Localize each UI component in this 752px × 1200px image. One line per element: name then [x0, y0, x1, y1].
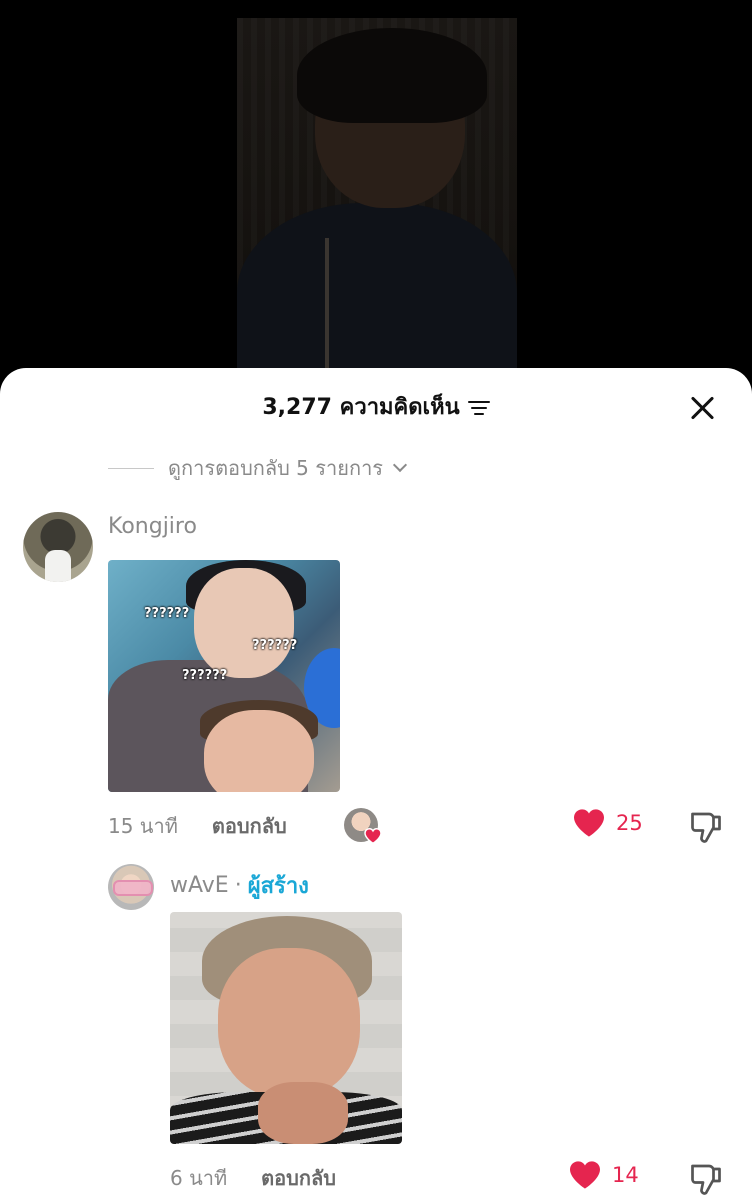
comment-username-row: wAvE · ผู้สร้าง — [170, 868, 309, 903]
comments-title[interactable]: 3,277 ความคิดเห็น — [262, 390, 490, 426]
reply-button[interactable]: ตอบกลับ — [212, 810, 287, 842]
sticker-text: ?????? — [252, 638, 298, 653]
sticker-text: ?????? — [144, 606, 190, 621]
comment-username[interactable]: Kongjiro — [108, 514, 197, 539]
creator-badge: ผู้สร้าง — [247, 874, 309, 899]
dislike-icon[interactable] — [688, 1160, 724, 1196]
comments-sheet: 3,277 ความคิดเห็น ดูการตอบกลับ 5 รายการ … — [0, 368, 752, 1200]
heart-icon — [570, 1161, 600, 1189]
comment-time: 6 นาที — [170, 1166, 228, 1190]
comment-count-label: 3,277 ความคิดเห็น — [262, 395, 460, 420]
avatar[interactable] — [108, 864, 154, 910]
chevron-down-icon — [392, 457, 408, 473]
view-replies-button[interactable]: ดูการตอบกลับ 5 รายการ — [108, 452, 408, 484]
close-icon[interactable] — [688, 394, 716, 422]
view-replies-label: ดูการตอบกลับ 5 รายการ — [168, 456, 384, 480]
comments-header: 3,277 ความคิดเห็น — [0, 390, 752, 426]
separator-dot: · — [234, 873, 242, 898]
like-button[interactable]: 14 — [568, 1160, 639, 1190]
comment-sticker-image[interactable]: ?????? ?????? ?????? — [108, 560, 340, 792]
avatar[interactable] — [23, 512, 93, 582]
like-count: 14 — [612, 1163, 639, 1187]
like-button[interactable]: 25 — [572, 808, 643, 838]
heart-icon — [364, 828, 382, 844]
heart-icon — [574, 809, 604, 837]
comment-username[interactable]: wAvE — [170, 873, 229, 898]
comment-time: 15 นาที — [108, 814, 178, 838]
sticker-text: ?????? — [182, 668, 228, 683]
filter-icon[interactable] — [467, 400, 490, 416]
comment-photo[interactable] — [170, 912, 402, 1144]
like-count: 25 — [616, 811, 643, 835]
video-frame — [237, 18, 517, 388]
comment-meta: 6 นาที ตอบกลับ — [170, 1162, 336, 1194]
divider-line — [108, 467, 154, 469]
liked-by-creator-badge — [344, 808, 382, 844]
dislike-icon[interactable] — [688, 808, 724, 844]
reply-button[interactable]: ตอบกลับ — [261, 1162, 336, 1194]
video-player[interactable] — [0, 0, 752, 400]
comment-meta: 15 นาที ตอบกลับ — [108, 810, 287, 842]
